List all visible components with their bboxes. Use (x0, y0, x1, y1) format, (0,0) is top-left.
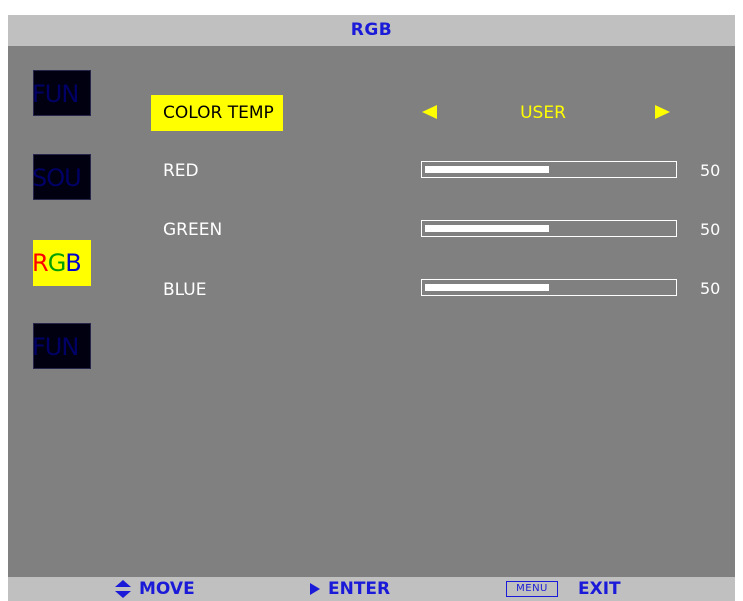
move-hint: MOVE (139, 579, 195, 599)
color-temp-value: USER (520, 103, 566, 123)
green-slider-fill (425, 225, 549, 232)
tab-rgb-g: G (47, 249, 67, 277)
green-value: 50 (700, 220, 721, 239)
exit-hint: EXIT (578, 579, 621, 599)
osd-menu: RGB FUN SOU RGB FUN COLOR TEMP USER RED … (8, 15, 735, 601)
footer-bar: MOVE ENTER MENU EXIT (8, 577, 735, 601)
red-slider[interactable] (421, 161, 677, 178)
tab-function-1-label: FUN (33, 80, 79, 108)
blue-slider-fill (425, 284, 549, 291)
tab-source[interactable]: SOU (33, 154, 91, 200)
tab-rgb-r: R (33, 249, 49, 277)
green-label[interactable]: GREEN (151, 212, 222, 248)
tab-function-2[interactable]: FUN (33, 323, 91, 369)
red-label[interactable]: RED (151, 153, 199, 189)
green-slider[interactable] (421, 220, 677, 237)
color-temp-label[interactable]: COLOR TEMP (151, 95, 283, 131)
tab-rgb[interactable]: RGB (33, 240, 91, 286)
up-down-icon (115, 580, 131, 598)
blue-value: 50 (700, 279, 721, 298)
tab-function-2-label: FUN (33, 333, 79, 361)
tab-rgb-b: B (65, 249, 82, 277)
title-bar: RGB (8, 15, 735, 46)
right-arrow-icon[interactable] (655, 105, 670, 119)
tab-rgb-label: RGB (33, 240, 91, 286)
tab-function-1[interactable]: FUN (33, 70, 91, 116)
blue-slider[interactable] (421, 279, 677, 296)
blue-label[interactable]: BLUE (151, 272, 206, 308)
menu-key-icon: MENU (506, 581, 558, 597)
menu-title: RGB (350, 20, 393, 40)
enter-hint: ENTER (328, 579, 391, 599)
red-slider-fill (425, 166, 549, 173)
red-value: 50 (700, 161, 721, 180)
enter-arrow-icon (310, 583, 320, 595)
tab-source-label: SOU (33, 164, 82, 192)
left-arrow-icon[interactable] (422, 105, 437, 119)
